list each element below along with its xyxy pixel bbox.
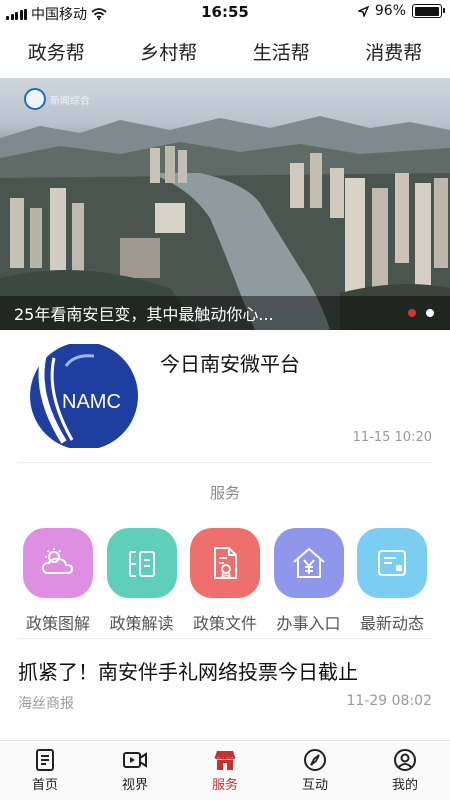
weather-cloud-icon bbox=[23, 528, 93, 598]
service-label: 政策图解 bbox=[25, 614, 90, 633]
banner-image bbox=[0, 116, 450, 330]
policy-reading-icon bbox=[106, 528, 177, 598]
tab-zhengwu[interactable]: 政务帮 bbox=[20, 32, 93, 71]
news-time: 11-29 08:02 bbox=[346, 693, 432, 709]
nav-label: 视界 bbox=[121, 778, 148, 793]
service-policy-documents[interactable]: 政策文件 bbox=[185, 528, 265, 634]
nav-home[interactable]: 首页 bbox=[10, 748, 80, 793]
nav-mine[interactable]: 我的 bbox=[370, 748, 440, 793]
carousel-dots bbox=[408, 309, 434, 317]
service-latest-news[interactable]: 最新动态 bbox=[352, 528, 432, 634]
tab-xiangcun[interactable]: 乡村帮 bbox=[132, 32, 205, 71]
tab-shenghuo[interactable]: 生活帮 bbox=[245, 32, 318, 71]
news-source: 海丝商报 bbox=[18, 696, 74, 712]
feature-title: 今日南安微平台 bbox=[160, 352, 300, 376]
services-title: 服务 bbox=[209, 484, 240, 502]
channel-logo-text: 新闻综合 bbox=[50, 95, 90, 107]
battery-icon bbox=[412, 4, 445, 18]
service-label: 政策解读 bbox=[109, 614, 174, 633]
nav-vision[interactable]: 视界 bbox=[100, 748, 170, 793]
nav-interact[interactable]: 互动 bbox=[280, 748, 350, 793]
services-grid: 政策图解 政策解读 政策文件 办事入口 最新动态 bbox=[18, 528, 432, 634]
news-card-icon bbox=[357, 528, 427, 598]
nav-label: 我的 bbox=[391, 778, 418, 793]
banner-caption-bar: 25年看南安巨变，其中最触动你心... bbox=[0, 296, 450, 330]
feature-time: 11-15 10:20 bbox=[352, 430, 432, 445]
namc-logo: NAMC bbox=[30, 344, 138, 448]
status-bar: 中国移动 16:55 96% bbox=[0, 0, 450, 26]
service-label: 最新动态 bbox=[359, 614, 424, 633]
carousel-dot[interactable] bbox=[408, 309, 416, 317]
banner-carousel[interactable]: 新闻综合 25年看南安巨变，其中最触动你心... bbox=[0, 78, 450, 330]
location-arrow-icon bbox=[357, 5, 369, 17]
nav-label: 服务 bbox=[211, 778, 238, 793]
service-label: 办事入口 bbox=[276, 614, 341, 633]
service-policy-reading[interactable]: 政策解读 bbox=[102, 528, 182, 634]
news-item[interactable]: 抓紧了！南安伴手礼网络投票今日截止 海丝商报 11-29 08:02 bbox=[0, 640, 450, 730]
document-seal-icon bbox=[190, 528, 260, 598]
carousel-dot-active[interactable] bbox=[426, 309, 434, 317]
tab-xiaofei[interactable]: 消费帮 bbox=[357, 32, 430, 71]
service-policy-graphics[interactable]: 政策图解 bbox=[18, 528, 98, 634]
store-icon bbox=[214, 751, 236, 770]
user-icon bbox=[394, 749, 416, 771]
home-doc-icon bbox=[36, 749, 54, 771]
battery-fill bbox=[414, 6, 439, 16]
top-tabs: 政务帮 乡村帮 生活帮 消费帮 bbox=[0, 28, 450, 74]
channel-logo-icon bbox=[24, 88, 46, 110]
banner-caption: 25年看南安巨变，其中最触动你心... bbox=[14, 305, 274, 324]
news-title: 抓紧了！南安伴手礼网络投票今日截止 bbox=[18, 660, 358, 684]
status-right: 96% bbox=[357, 3, 445, 19]
channel-logo: 新闻综合 bbox=[24, 88, 90, 110]
namc-logo-text: NAMC bbox=[62, 391, 121, 413]
house-yen-icon bbox=[273, 528, 344, 598]
nav-services[interactable]: 服务 bbox=[190, 748, 260, 793]
divider bbox=[18, 638, 432, 639]
nav-label: 互动 bbox=[301, 778, 328, 793]
service-label: 政策文件 bbox=[192, 614, 257, 633]
battery-percent: 96% bbox=[374, 3, 406, 19]
service-affairs-entry[interactable]: 办事入口 bbox=[269, 528, 349, 634]
bottom-nav: 首页 视界 服务 互动 我的 bbox=[0, 740, 450, 800]
nav-label: 首页 bbox=[31, 778, 58, 793]
divider bbox=[18, 462, 432, 463]
video-camera-icon bbox=[123, 752, 147, 768]
feature-article[interactable]: NAMC 今日南安微平台 11-15 10:20 bbox=[0, 334, 450, 454]
compass-icon bbox=[304, 749, 326, 771]
